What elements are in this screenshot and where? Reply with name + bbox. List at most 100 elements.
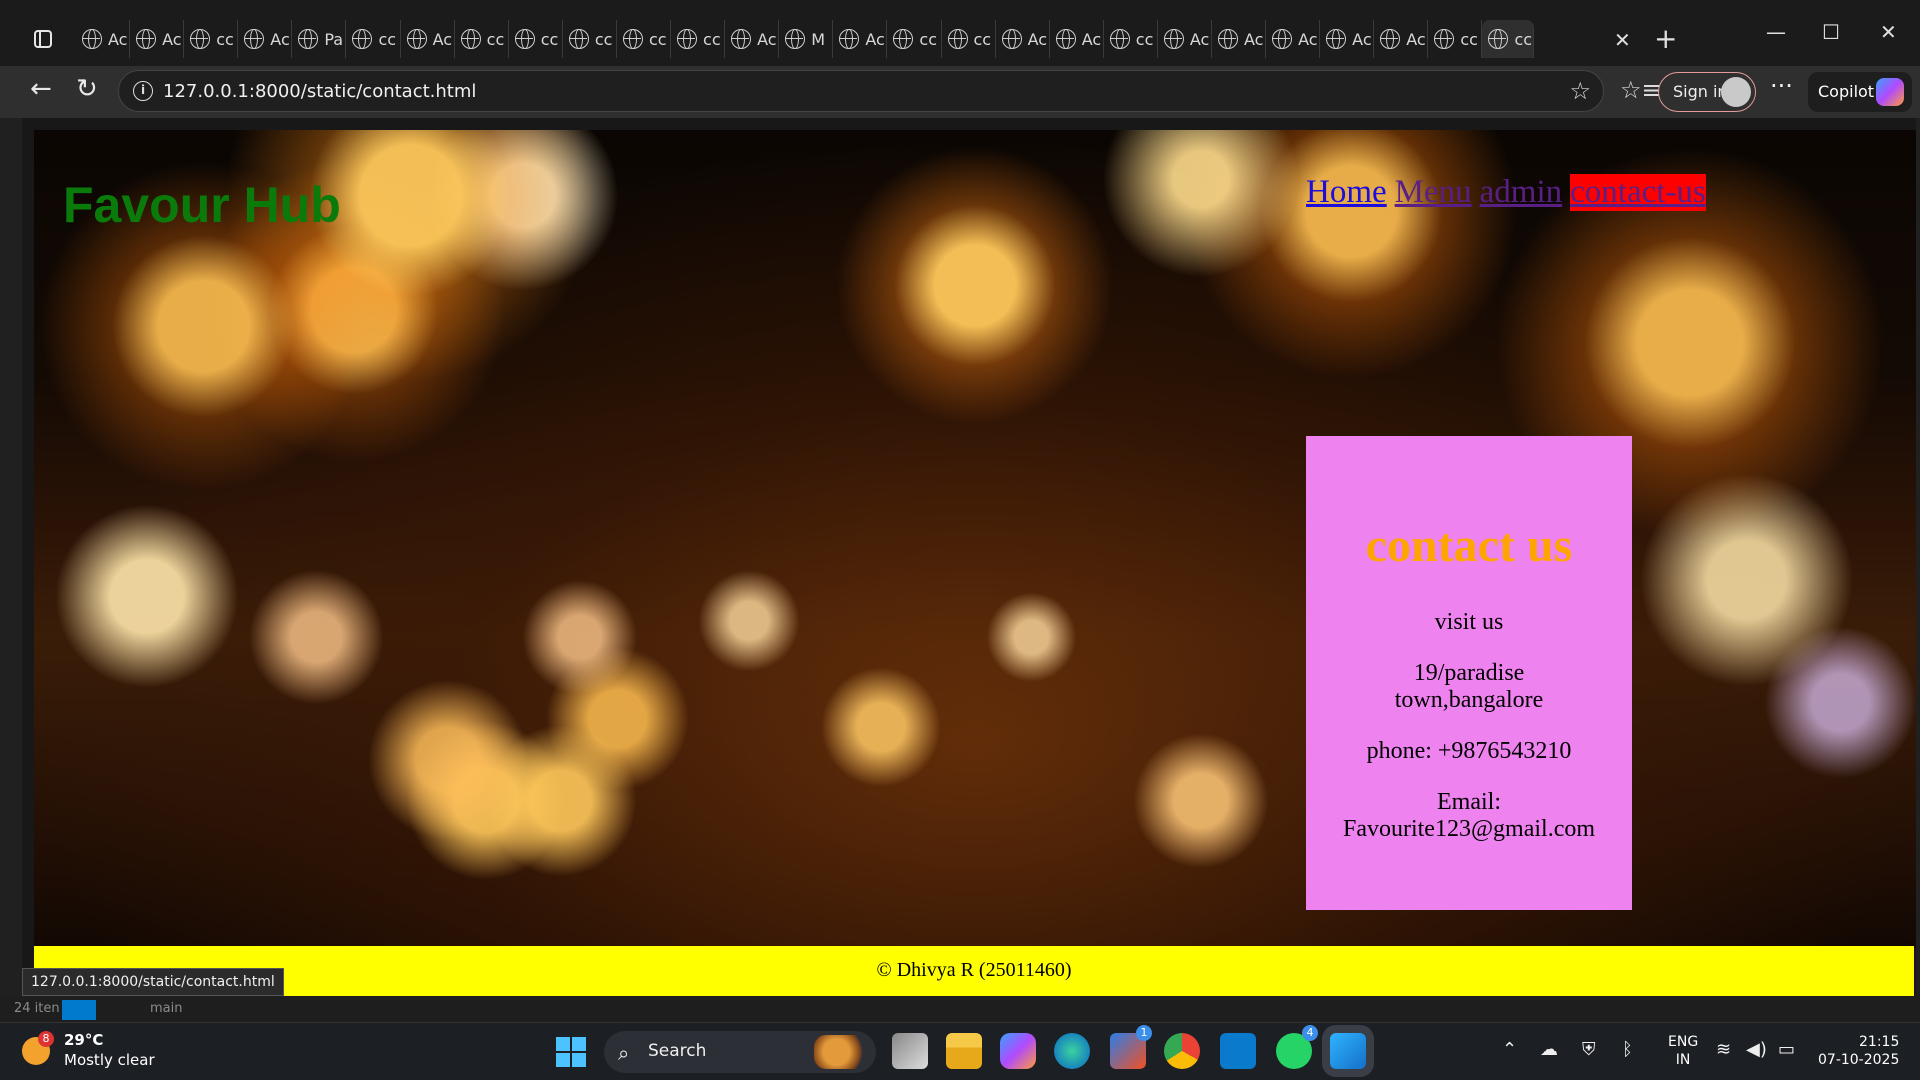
- browser-tab[interactable]: cc: [617, 20, 672, 58]
- photos-app-icon[interactable]: [1330, 1033, 1366, 1069]
- tab-actions-icon[interactable]: [30, 26, 58, 52]
- language-code: ENG: [1668, 1034, 1699, 1050]
- more-menu-icon[interactable]: ···: [1770, 72, 1793, 100]
- browser-tab[interactable]: cc: [942, 20, 996, 58]
- email-address: Favourite123@gmail.com: [1342, 816, 1596, 842]
- site-info-icon[interactable]: i: [133, 81, 153, 101]
- globe-icon: [514, 29, 535, 49]
- globe-icon: [460, 29, 481, 49]
- tab-title: cc: [540, 29, 559, 49]
- vscode-icon[interactable]: [1220, 1033, 1256, 1069]
- address-line-1: 19/paradise: [1413, 660, 1525, 686]
- browser-tab[interactable]: Ac: [996, 20, 1050, 58]
- wifi-icon[interactable]: ≋: [1716, 1039, 1731, 1060]
- browser-tab[interactable]: Ac: [1320, 20, 1375, 58]
- file-explorer-icon[interactable]: [946, 1033, 982, 1069]
- browser-tab[interactable]: Pa: [292, 20, 347, 58]
- show-hidden-icons-icon[interactable]: ⌃: [1502, 1039, 1517, 1060]
- browser-tab[interactable]: Ac: [401, 20, 455, 58]
- tab-title: cc: [1135, 29, 1154, 49]
- language-indicator[interactable]: ENG IN: [1668, 1033, 1698, 1069]
- tab-title: cc: [973, 29, 992, 49]
- address-url[interactable]: 127.0.0.1:8000/static/contact.html: [163, 81, 476, 102]
- address: 19/paradise town,bangalore: [1306, 660, 1632, 714]
- minimize-icon[interactable]: —: [1766, 20, 1786, 44]
- site-nav: Home Menu admin contact-us: [1306, 174, 1706, 211]
- favorites-icon[interactable]: ☆≡: [1620, 76, 1662, 104]
- store-icon[interactable]: 1: [1110, 1025, 1152, 1069]
- browser-tab[interactable]: Ac: [833, 20, 888, 58]
- browser-tab[interactable]: cc: [1428, 20, 1483, 58]
- browser-tab[interactable]: cc: [455, 20, 509, 58]
- new-tab-icon[interactable]: +: [1654, 22, 1677, 55]
- start-icon[interactable]: [556, 1037, 586, 1067]
- globe-icon: [1272, 29, 1293, 49]
- browser-tab[interactable]: cc: [887, 20, 942, 58]
- copilot-button[interactable]: Copilot: [1808, 72, 1912, 112]
- contact-heading: contact us: [1365, 519, 1573, 572]
- whatsapp-badge: 4: [1302, 1025, 1318, 1041]
- globe-icon: [1380, 29, 1401, 49]
- browser-tab[interactable]: Ac: [725, 20, 780, 58]
- globe-icon: [893, 29, 914, 49]
- browser-tab[interactable]: cc: [509, 20, 563, 58]
- browser-tab[interactable]: cc: [1104, 20, 1158, 58]
- browser-tab[interactable]: Ac: [238, 20, 293, 58]
- tab-title: Ac: [270, 29, 290, 49]
- taskbar-search[interactable]: ⌕ Search: [604, 1031, 876, 1073]
- browser-tab[interactable]: Ac: [1266, 20, 1321, 58]
- browser-tab[interactable]: cc: [1482, 20, 1535, 58]
- browser-tab[interactable]: Ac: [1158, 20, 1212, 58]
- window-close-icon[interactable]: ✕: [1880, 20, 1897, 44]
- nav-link-menu[interactable]: Menu: [1395, 174, 1472, 211]
- globe-icon: [1109, 29, 1130, 49]
- nav-link-home[interactable]: Home: [1306, 174, 1387, 211]
- region-code: IN: [1675, 1052, 1691, 1068]
- branch-name: main: [150, 1001, 183, 1016]
- bluetooth-icon[interactable]: ᛒ: [1622, 1039, 1633, 1060]
- globe-icon: [190, 29, 211, 49]
- globe-icon: [1434, 29, 1455, 49]
- browser-tab[interactable]: Ac: [1050, 20, 1104, 58]
- tab-title: cc: [919, 29, 937, 49]
- maximize-icon[interactable]: ☐: [1822, 20, 1840, 44]
- clock[interactable]: 21:15 07-10-2025: [1818, 1033, 1899, 1069]
- security-icon[interactable]: ⛨: [1582, 1039, 1596, 1060]
- onedrive-icon[interactable]: ☁: [1540, 1039, 1558, 1060]
- globe-icon: [731, 29, 752, 49]
- favorite-star-icon[interactable]: ☆: [1569, 77, 1591, 105]
- browser-tab[interactable]: Ac: [1374, 20, 1429, 58]
- browser-tab[interactable]: M: [779, 20, 834, 58]
- browser-tab[interactable]: cc: [671, 20, 726, 58]
- browser-tab[interactable]: cc: [346, 20, 401, 58]
- tab-title: M: [811, 29, 826, 49]
- site-footer: © Dhivya R (25011460): [34, 946, 1914, 996]
- email-block: Email: Favourite123@gmail.com: [1306, 789, 1632, 843]
- whatsapp-icon[interactable]: 4: [1276, 1025, 1318, 1069]
- edge-icon[interactable]: [1054, 1033, 1090, 1069]
- task-view-icon[interactable]: [892, 1033, 928, 1069]
- tab-title: Ac: [162, 29, 182, 49]
- nav-link-contact-us[interactable]: contact-us: [1570, 174, 1706, 211]
- globe-icon: [298, 29, 319, 49]
- browser-tab[interactable]: cc: [563, 20, 617, 58]
- battery-icon[interactable]: ▭: [1778, 1039, 1795, 1060]
- volume-icon[interactable]: ◀): [1746, 1039, 1767, 1060]
- chrome-icon[interactable]: [1164, 1033, 1200, 1069]
- browser-tab[interactable]: Ac: [130, 20, 185, 58]
- reload-icon[interactable]: ↻: [76, 74, 98, 104]
- tab-title: cc: [216, 29, 234, 49]
- tab-title: cc: [594, 29, 613, 49]
- sign-in-button[interactable]: Sign in: [1658, 72, 1756, 112]
- browser-tab[interactable]: Ac: [1212, 20, 1267, 58]
- back-icon[interactable]: ←: [30, 74, 52, 104]
- remote-indicator: [62, 1000, 96, 1020]
- copilot-app-icon[interactable]: [1000, 1033, 1036, 1069]
- visit-text: visit us: [1434, 609, 1504, 635]
- address-bar[interactable]: i 127.0.0.1:8000/static/contact.html ☆: [118, 70, 1604, 112]
- weather-badge: 8: [38, 1031, 54, 1047]
- browser-tab[interactable]: cc: [184, 20, 239, 58]
- nav-link-admin[interactable]: admin: [1480, 174, 1562, 211]
- close-tab-icon[interactable]: ✕: [1614, 28, 1631, 52]
- browser-tab[interactable]: Ac: [76, 20, 131, 58]
